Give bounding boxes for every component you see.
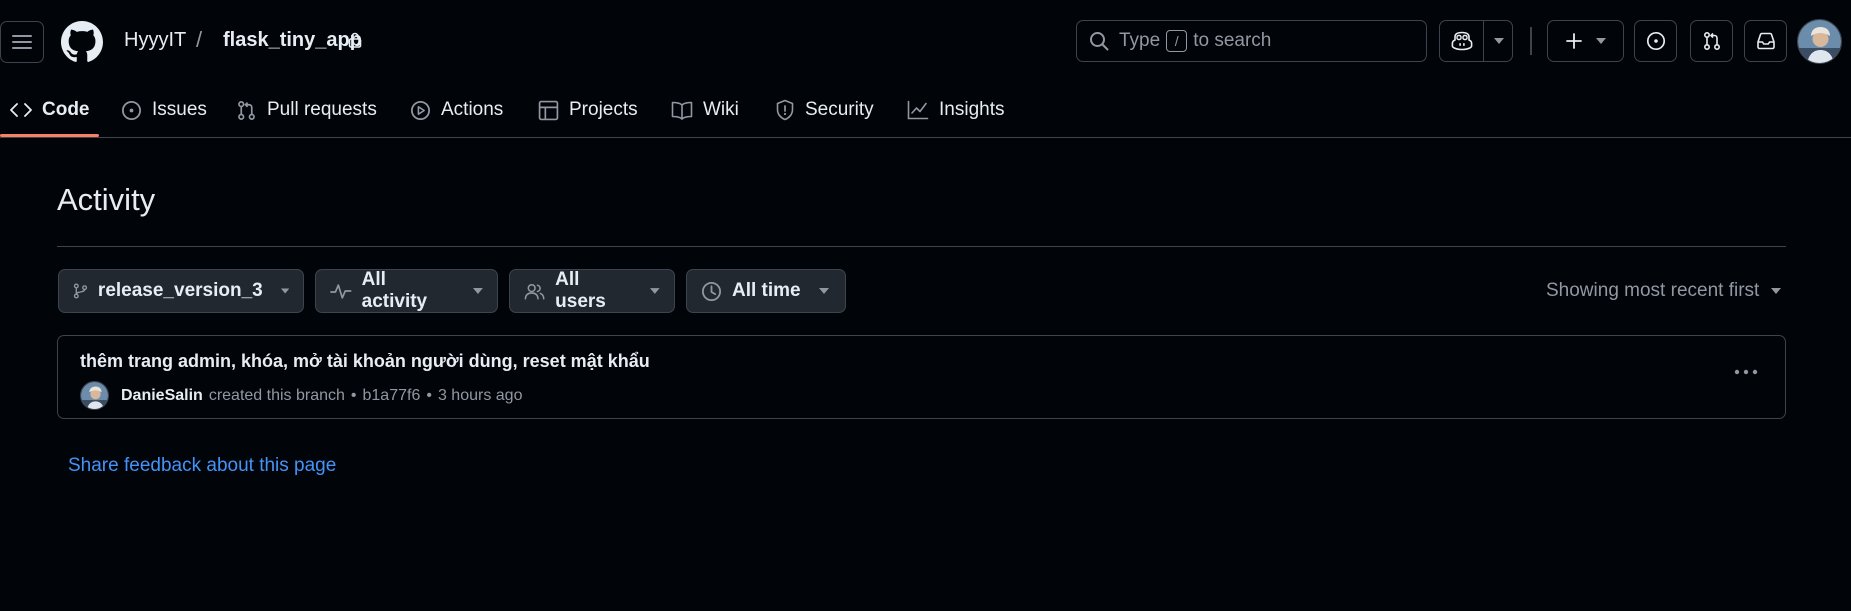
copilot-button[interactable] xyxy=(1440,21,1483,61)
tab-label: Insights xyxy=(939,99,1005,120)
avatar xyxy=(1798,20,1841,63)
lock-icon xyxy=(348,32,362,48)
tab-label: Projects xyxy=(569,99,638,120)
graph-icon xyxy=(907,100,929,120)
shield-icon xyxy=(776,99,794,121)
triangle-down-icon xyxy=(1595,38,1606,44)
commit-sha-link[interactable]: b1a77f6 xyxy=(363,387,421,405)
activity-timestamp: 3 hours ago xyxy=(437,386,523,404)
open-menu-button[interactable] xyxy=(0,21,44,63)
triangle-down-icon xyxy=(1493,38,1504,44)
time-filter-button[interactable]: All time xyxy=(686,269,846,313)
repo-name-link[interactable]: flask_tiny_app xyxy=(223,29,362,52)
pulse-icon xyxy=(330,284,352,299)
tab-label: Pull requests xyxy=(267,99,377,120)
tab-label: Wiki xyxy=(703,99,739,120)
tab-insights[interactable]: Insights xyxy=(907,82,1004,138)
activity-type-filter-label: All activity xyxy=(361,269,428,312)
code-icon xyxy=(10,103,32,117)
create-new-button[interactable] xyxy=(1547,20,1624,62)
page-title: Activity xyxy=(57,182,156,217)
triangle-down-icon xyxy=(650,288,661,294)
user-avatar-button[interactable] xyxy=(1797,19,1842,64)
copilot-button-group xyxy=(1439,20,1513,62)
global-header: HyyyIT / flask_tiny_app Type / to search xyxy=(0,0,1851,82)
activity-type-filter-button[interactable]: All activity xyxy=(315,269,498,313)
tab-security[interactable]: Security xyxy=(775,82,874,138)
activity-user-link[interactable]: DanieSalin xyxy=(121,387,203,405)
share-feedback-link[interactable]: Share feedback about this page xyxy=(68,455,336,477)
commit-message-link[interactable]: thêm trang admin, khóa, mở tài khoản ngư… xyxy=(80,351,650,372)
tab-actions[interactable]: Actions xyxy=(410,82,503,138)
inbox-icon xyxy=(1756,32,1775,50)
triangle-down-icon xyxy=(818,288,829,294)
tab-label: Code xyxy=(42,99,90,120)
git-branch-icon xyxy=(73,283,88,299)
search-placeholder-prefix: Type xyxy=(1119,30,1161,51)
search-placeholder-suffix: to search xyxy=(1193,30,1272,51)
breadcrumb-separator: / xyxy=(196,27,203,52)
repository-navigation: Code Issues Pull requests Actions Projec… xyxy=(0,82,1851,138)
users-filter-button[interactable]: All users xyxy=(509,269,675,313)
issue-opened-icon xyxy=(1646,31,1665,51)
triangle-down-icon xyxy=(1771,288,1782,294)
copilot-icon xyxy=(1451,31,1472,51)
github-mark-icon xyxy=(61,21,103,62)
activity-options-button[interactable] xyxy=(1729,360,1763,384)
sort-order-label: Showing most recent first xyxy=(1546,280,1760,301)
your-pull-requests-button[interactable] xyxy=(1690,20,1733,62)
sort-order-button[interactable]: Showing most recent first xyxy=(1546,280,1782,302)
triangle-down-icon xyxy=(473,288,483,294)
branch-filter-button[interactable]: release_version_3 xyxy=(58,269,304,313)
hamburger-icon xyxy=(12,35,32,49)
clock-icon xyxy=(701,281,722,301)
triangle-down-icon xyxy=(280,288,289,294)
users-filter-label: All users xyxy=(555,269,606,312)
title-divider xyxy=(57,246,1786,247)
git-pull-request-icon xyxy=(238,100,255,120)
people-icon xyxy=(524,283,545,300)
activity-item: thêm trang admin, khóa, mở tài khoản ngư… xyxy=(57,335,1786,419)
tab-label: Security xyxy=(805,99,874,120)
your-issues-button[interactable] xyxy=(1634,20,1677,62)
branch-filter-label: release_version_3 xyxy=(97,280,263,301)
active-tab-indicator xyxy=(0,134,99,137)
search-input[interactable]: Type / to search xyxy=(1076,20,1427,62)
search-icon xyxy=(1090,32,1109,51)
github-logo[interactable] xyxy=(61,21,103,63)
tab-label: Issues xyxy=(152,99,207,120)
plus-icon xyxy=(1565,33,1582,49)
meta-separator: • xyxy=(350,386,357,404)
tab-projects[interactable]: Projects xyxy=(538,82,638,138)
tab-pull-requests[interactable]: Pull requests xyxy=(236,82,377,138)
header-divider xyxy=(1530,27,1532,55)
notifications-button[interactable] xyxy=(1744,20,1787,62)
tab-label: Actions xyxy=(441,99,504,120)
tab-code[interactable]: Code xyxy=(10,82,90,138)
tab-issues[interactable]: Issues xyxy=(121,82,207,138)
activity-meta: DanieSalin created this branch • b1a77f6… xyxy=(80,381,522,410)
table-icon xyxy=(538,100,559,120)
copilot-menu-button[interactable] xyxy=(1484,21,1513,61)
play-icon xyxy=(410,100,431,120)
time-filter-label: All time xyxy=(732,280,801,301)
activity-action-text: created this branch xyxy=(208,386,345,404)
git-pull-request-icon xyxy=(1703,31,1720,51)
book-icon xyxy=(671,101,693,120)
search-shortcut-key: / xyxy=(1166,30,1188,52)
meta-separator: • xyxy=(426,386,432,404)
tab-wiki[interactable]: Wiki xyxy=(671,82,739,138)
kebab-horizontal-icon xyxy=(1734,369,1758,375)
repo-owner-link[interactable]: HyyyIT xyxy=(124,29,186,52)
issue-opened-icon xyxy=(121,100,142,120)
avatar[interactable] xyxy=(80,381,109,410)
